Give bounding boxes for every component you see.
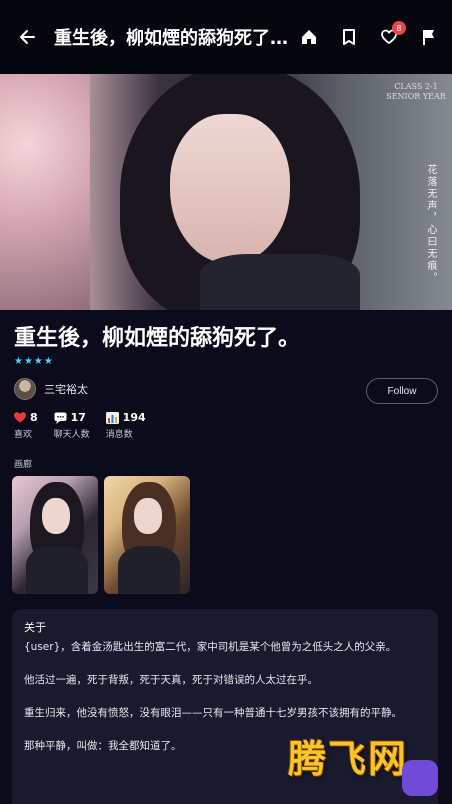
character-cover-image: CLASS 2-1 SENIOR YEAR 花落无声，心曰无痕。 bbox=[0, 74, 452, 310]
chat-action-button[interactable] bbox=[402, 760, 438, 796]
gallery-heading: 画廊 bbox=[14, 460, 33, 470]
author-row[interactable]: 三宅裕太 bbox=[14, 378, 88, 400]
top-app-bar: 重生後，柳如煙的舔狗死了... 8 bbox=[0, 0, 452, 74]
gallery bbox=[12, 476, 190, 594]
stat-chatters-label: 聊天人数 bbox=[53, 430, 90, 440]
about-paragraph: 他活过一遍，死于背叛，死于天真，死于对错误的人太过在乎。 bbox=[24, 674, 318, 686]
report-flag-icon[interactable] bbox=[416, 24, 442, 50]
about-paragraph: 重生归来，他没有愤怒，没有眼泪——只有一种普通十七岁男孩不该拥有的平静。 bbox=[24, 707, 402, 719]
stat-chatters: 17 聊天人数 bbox=[54, 411, 90, 440]
chat-icon bbox=[54, 412, 67, 424]
home-icon[interactable] bbox=[296, 24, 322, 50]
stat-messages: 194 消息数 bbox=[105, 411, 146, 440]
bar-chart-icon bbox=[105, 411, 119, 424]
site-watermark: 腾飞网 bbox=[288, 736, 409, 781]
about-heading: 关于 bbox=[24, 621, 46, 634]
stat-messages-label: 消息数 bbox=[105, 430, 133, 440]
like-heart-icon[interactable]: 8 bbox=[376, 21, 406, 50]
back-arrow-icon[interactable] bbox=[14, 24, 40, 50]
bookmark-icon[interactable] bbox=[336, 24, 362, 50]
about-paragraph: {user}，含着金汤匙出生的富二代，家中司机是某个他曾为之低头之人的父亲。 bbox=[24, 641, 397, 653]
author-avatar[interactable] bbox=[14, 378, 36, 400]
character-face bbox=[170, 114, 290, 264]
stat-likes-label: 喜欢 bbox=[14, 430, 33, 440]
heart-icon bbox=[14, 412, 26, 423]
character-title: 重生後，柳如煙的舔狗死了。 bbox=[14, 326, 301, 351]
stat-messages-value: 194 bbox=[122, 411, 146, 424]
cherry-blossom-background bbox=[0, 74, 90, 310]
gallery-image[interactable] bbox=[104, 476, 190, 594]
stats-row: 8 喜欢 17 聊天人数 194 消息数 bbox=[14, 411, 146, 440]
rating-stars: ★★★★ bbox=[14, 356, 54, 367]
page-title: 重生後，柳如煙的舔狗死了... bbox=[54, 28, 288, 49]
stat-likes: 8 喜欢 bbox=[14, 411, 38, 440]
like-count-badge: 8 bbox=[392, 21, 406, 35]
stat-likes-value: 8 bbox=[30, 411, 38, 424]
vertical-calligraphy: 花落无声，心曰无痕。 bbox=[425, 164, 436, 284]
stat-chatters-value: 17 bbox=[70, 411, 86, 424]
follow-button[interactable]: Follow bbox=[366, 378, 438, 404]
author-name[interactable]: 三宅裕太 bbox=[44, 381, 88, 397]
character-uniform bbox=[200, 254, 360, 310]
class-sign: CLASS 2-1 SENIOR YEAR bbox=[386, 82, 446, 101]
gallery-image[interactable] bbox=[12, 476, 98, 594]
